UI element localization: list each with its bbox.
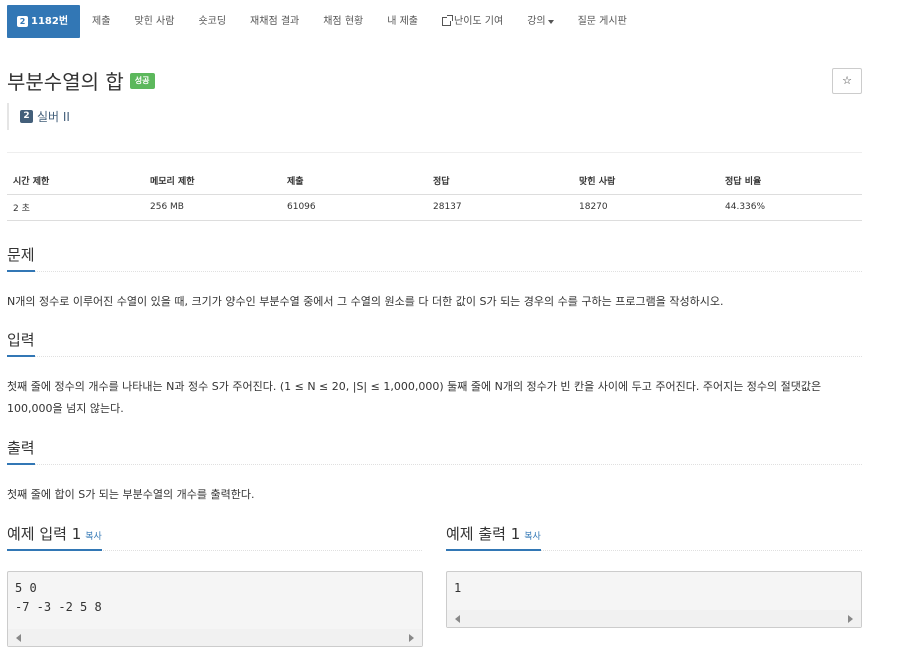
sample-output-code: 1 [454, 581, 462, 595]
horizontal-scrollbar[interactable] [8, 629, 422, 646]
nav-difficulty-contribution[interactable]: 난이도 기여 [430, 5, 515, 38]
problem-info-table: 시간 제한 메모리 제한 제출 정답 맞힌 사람 정답 비율 2 초 256 M… [7, 168, 862, 221]
divider [7, 152, 862, 153]
sample-input-code: 5 0 -7 -3 -2 5 8 [15, 581, 102, 614]
sample-input-box: 5 0 -7 -3 -2 5 8 [7, 571, 423, 647]
sample-output-box: 1 [446, 571, 862, 628]
table-row: 2 초 256 MB 61096 28137 18270 44.336% [7, 194, 862, 221]
tier-badge-icon: 2 [17, 16, 28, 27]
sample-output-title: 예제 출력 1 복사 [446, 523, 541, 551]
sample-input-label: 예제 입력 1 [7, 525, 82, 543]
nav-submit[interactable]: 제출 [80, 5, 122, 38]
time-limit-value: 2 초 [7, 194, 144, 221]
problem-header: 부분수열의 합 성공 [7, 66, 155, 95]
problem-nav: 2 1182번 제출 맞힌 사람 숏코딩 재채점 결과 채점 현황 내 제출 난… [7, 5, 639, 38]
output-section-title: 출력 [7, 437, 35, 465]
problem-tier: 2 실버 II [7, 103, 70, 130]
scroll-left-icon[interactable] [455, 615, 460, 623]
header-solved-users: 맞힌 사람 [573, 168, 719, 195]
nav-problem-tab[interactable]: 2 1182번 [7, 5, 81, 38]
problem-section-header: 문제 [7, 242, 862, 272]
output-description: 첫째 줄에 합이 S가 되는 부분수열의 개수를 출력한다. [7, 488, 255, 501]
star-icon: ☆ [842, 74, 852, 87]
nav-my-submissions[interactable]: 내 제출 [375, 5, 430, 38]
submissions-value: 61096 [281, 194, 427, 221]
accept-ratio-value: 44.336% [719, 194, 862, 221]
input-section-header: 입력 [7, 327, 862, 357]
tier-icon: 2 [20, 110, 33, 123]
nav-difficulty-label: 난이도 기여 [454, 16, 504, 27]
input-section-title: 입력 [7, 329, 35, 357]
external-link-icon [442, 15, 453, 26]
page-title: 부분수열의 합 [7, 70, 124, 94]
tier-label: 실버 II [37, 110, 70, 124]
nav-question-board[interactable]: 질문 게시판 [566, 5, 639, 38]
header-time-limit: 시간 제한 [7, 168, 144, 195]
caret-down-icon [547, 19, 554, 24]
nav-short-coding[interactable]: 숏코딩 [186, 5, 238, 38]
sample-input-header: 예제 입력 1 복사 [7, 521, 422, 551]
header-accept-ratio: 정답 비율 [719, 168, 862, 195]
memory-limit-value: 256 MB [144, 194, 281, 221]
sample-output-label: 예제 출력 1 [446, 525, 521, 543]
nav-lecture-label: 강의 [527, 16, 546, 27]
header-submissions: 제출 [281, 168, 427, 195]
star-button[interactable]: ☆ [832, 68, 862, 94]
problem-section-title: 문제 [7, 244, 35, 272]
table-header-row: 시간 제한 메모리 제한 제출 정답 맞힌 사람 정답 비율 [7, 168, 862, 195]
header-memory-limit: 메모리 제한 [144, 168, 281, 195]
nav-problem-id: 1182번 [31, 16, 69, 27]
nav-rejudge-results[interactable]: 재채점 결과 [238, 5, 311, 38]
scroll-left-icon[interactable] [16, 634, 21, 642]
horizontal-scrollbar[interactable] [447, 610, 861, 627]
copy-input-link[interactable]: 복사 [85, 532, 102, 542]
solved-users-value: 18270 [573, 194, 719, 221]
nav-status[interactable]: 채점 현황 [311, 5, 375, 38]
status-badge: 성공 [129, 72, 155, 89]
problem-description: N개의 정수로 이루어진 수열이 있을 때, 크기가 양수인 부분수열 중에서 … [7, 295, 724, 308]
copy-output-link[interactable]: 복사 [524, 532, 541, 542]
accepted-value: 28137 [427, 194, 573, 221]
nav-lecture-dropdown[interactable]: 강의 [515, 5, 565, 38]
output-section-header: 출력 [7, 435, 862, 465]
scroll-right-icon[interactable] [848, 615, 853, 623]
sample-input-title: 예제 입력 1 복사 [7, 523, 102, 551]
sample-output-header: 예제 출력 1 복사 [446, 521, 862, 551]
scroll-right-icon[interactable] [409, 634, 414, 642]
nav-solved-users[interactable]: 맞힌 사람 [122, 5, 186, 38]
header-accepted: 정답 [427, 168, 573, 195]
input-description: 첫째 줄에 정수의 개수를 나타내는 N과 정수 S가 주어진다. (1 ≤ N… [7, 380, 822, 415]
